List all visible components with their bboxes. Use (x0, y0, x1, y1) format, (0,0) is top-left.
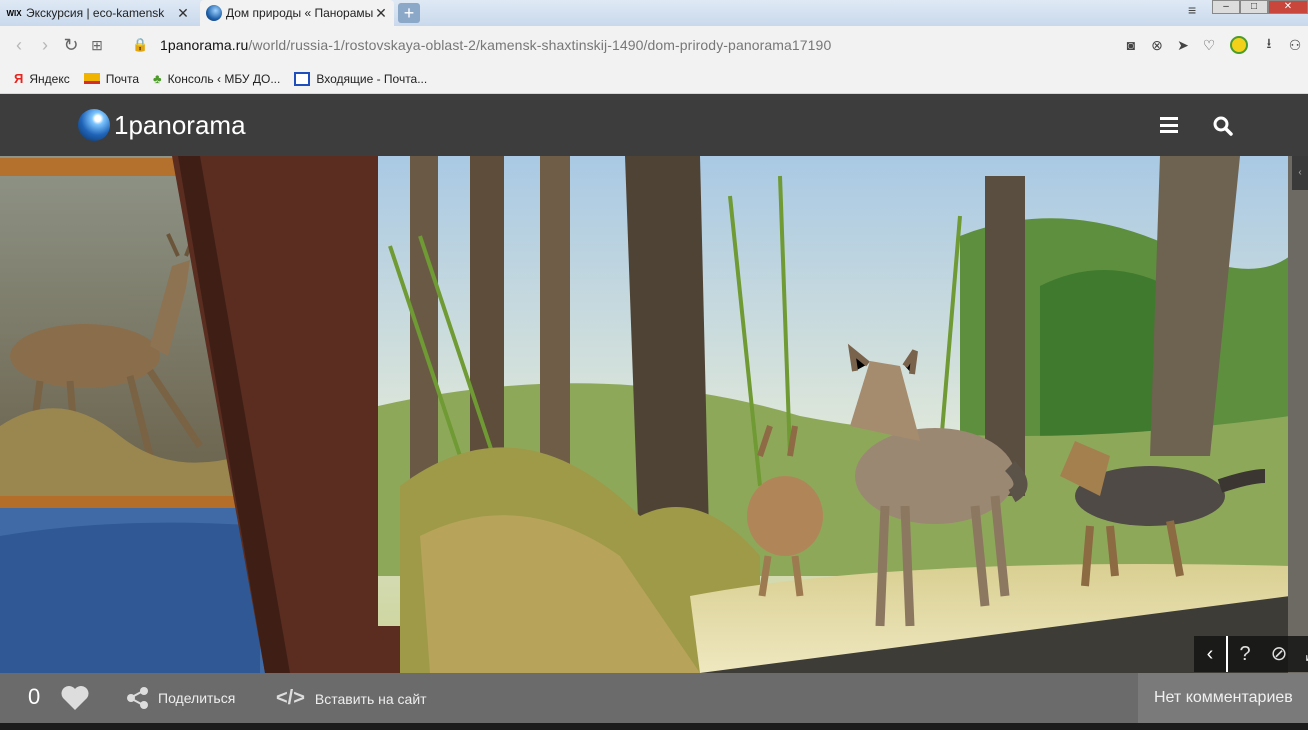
forward-icon[interactable]: › (32, 35, 58, 56)
block-icon[interactable]: ⊗ (1144, 37, 1170, 54)
browser-window: WIX Экскурсия | eco-kamensk ✕ Дом природ… (0, 0, 1308, 730)
tab-menu-icon[interactable]: ≡ (1188, 2, 1196, 18)
bookmarks-bar: Я Яндекс Почта ♣ Консоль ‹ МБУ ДО... Вхо… (0, 64, 1308, 94)
bookmark-label: Входящие - Почта... (316, 71, 428, 86)
url-host: 1panorama.ru (160, 37, 249, 53)
minimize-icon[interactable]: – (1212, 0, 1240, 14)
share-label: Поделиться (158, 690, 236, 706)
extension-icon[interactable] (1230, 36, 1248, 54)
likes-count: 0 (28, 684, 41, 709)
mail-icon (83, 73, 100, 84)
chevron-left-icon[interactable]: ‹ (1194, 636, 1228, 672)
close-window-icon[interactable]: ✕ (1268, 0, 1308, 14)
viewer-controls: ‹ ? ⊘ ⤢ (1194, 636, 1308, 672)
url-field[interactable]: 1panorama.ru/world/russia-1/rostovskaya-… (160, 37, 831, 53)
bookmark-label: Консоль ‹ МБУ ДО... (167, 71, 281, 86)
menu-icon[interactable] (1160, 117, 1178, 133)
close-tab-icon[interactable]: ✕ (374, 5, 388, 22)
taskbar-strip (0, 723, 1308, 730)
send-icon[interactable]: ➤ (1170, 37, 1196, 54)
heart-icon[interactable] (60, 685, 90, 711)
tree-icon: ♣ (153, 71, 162, 86)
site-header: 1panorama (0, 95, 1308, 156)
bookmark-yandex[interactable]: Я Яндекс (14, 71, 70, 86)
share-button[interactable]: Поделиться (126, 687, 235, 709)
side-panel-toggle-icon[interactable]: ‹ (1292, 156, 1308, 190)
tab-strip: WIX Экскурсия | eco-kamensk ✕ Дом природ… (0, 0, 1308, 26)
heart-outline-icon[interactable]: ♡ (1196, 37, 1222, 54)
maximize-icon[interactable]: □ (1240, 0, 1268, 14)
embed-button[interactable]: </> Вставить на сайт (276, 687, 427, 710)
tabs-grid-icon[interactable]: ⊞ (84, 37, 110, 54)
comments-panel[interactable]: Нет комментариев (1138, 673, 1308, 723)
bookmark-label: Почта (105, 71, 140, 86)
window-controls: – □ ✕ (1212, 0, 1308, 14)
bookmark-konsol[interactable]: ♣ Консоль ‹ МБУ ДО... (153, 71, 280, 86)
fullscreen-icon[interactable]: ⤢ (1296, 636, 1308, 672)
panorama-globe-icon (206, 5, 222, 21)
site-logo[interactable]: 1panorama (78, 109, 246, 141)
embed-label: Вставить на сайт (314, 690, 427, 707)
profile-icon[interactable]: ⚇ (1282, 37, 1308, 54)
tab-title: Дом природы « Панорамы (226, 6, 374, 20)
lock-icon[interactable]: 🔒 (132, 37, 148, 53)
back-icon[interactable]: ‹ (6, 35, 32, 56)
search-icon[interactable] (1213, 116, 1233, 136)
url-path: /world/russia-1/rostovskaya-oblast-2/kam… (248, 37, 832, 53)
address-actions: ◙ ⊗ ➤ ♡ ⭳ ⚇ (1118, 26, 1308, 64)
wix-icon: WIX (6, 8, 22, 18)
panorama-globe-icon (78, 109, 110, 141)
bookmark-label: Яндекс (29, 71, 70, 86)
tab-title: Экскурсия | eco-kamensk (26, 6, 165, 20)
panorama-viewer[interactable]: ‹ ‹ ? ⊘ ⤢ (0, 156, 1308, 673)
panorama-image (0, 156, 1308, 673)
close-tab-icon[interactable]: ✕ (176, 5, 190, 22)
bookmark-vkhodyashchie[interactable]: Входящие - Почта... (294, 71, 428, 86)
download-icon[interactable]: ⭳ (1256, 33, 1282, 57)
bookmark-pochta[interactable]: Почта (83, 71, 140, 86)
logo-text: 1panorama (114, 109, 246, 140)
address-bar: ‹ › ↻ ⊞ 🔒 1panorama.ru/world/russia-1/ro… (0, 26, 1308, 64)
reload-icon[interactable]: ↻ (58, 35, 84, 56)
yandex-icon: Я (14, 71, 24, 86)
inbox-icon (294, 71, 311, 86)
tab-dom-prirody[interactable]: Дом природы « Панорамы ✕ (200, 0, 394, 26)
hide-controls-icon[interactable]: ⊘ (1262, 636, 1296, 672)
code-icon: </> (276, 687, 305, 709)
panorama-toolbar: 0 Поделиться </> Вставить на сайт Нет ко… (0, 673, 1308, 723)
camera-icon[interactable]: ◙ (1118, 37, 1144, 53)
help-icon[interactable]: ? (1228, 636, 1262, 672)
tab-ekskursiya[interactable]: WIX Экскурсия | eco-kamensk ✕ (0, 0, 196, 26)
new-tab-button[interactable]: + (398, 3, 420, 23)
share-icon (127, 687, 148, 709)
